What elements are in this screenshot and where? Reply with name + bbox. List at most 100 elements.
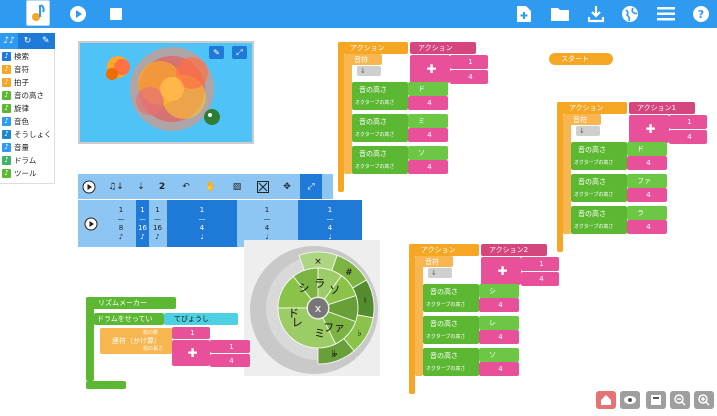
pitch-name-field[interactable]: ソ xyxy=(479,348,519,362)
pitch-name-field[interactable]: ド xyxy=(408,82,448,96)
note-value-operator[interactable]: ✚ xyxy=(481,257,521,285)
tuplet-operator[interactable]: ✚ xyxy=(172,340,210,366)
play-icon[interactable] xyxy=(68,4,88,24)
matrix-column-active[interactable]: 1—4 ♩ xyxy=(167,200,237,247)
action-block[interactable]: アクション xyxy=(338,42,408,54)
app-logo[interactable] xyxy=(26,0,50,26)
drum-block[interactable]: ドラムをせってい xyxy=(94,313,164,325)
palette-item[interactable]: ♪ ツール xyxy=(0,167,54,180)
note-drop-slot: ↓ xyxy=(428,268,452,278)
tap-icon[interactable]: ✋ xyxy=(200,174,222,199)
pitch-label: 音の高さ xyxy=(430,320,458,328)
palette-tab-graphics[interactable]: ✎ xyxy=(37,33,55,49)
decrease-note-icon[interactable]: ⇣ xyxy=(131,174,151,199)
erase-icon[interactable]: ▨ xyxy=(226,174,248,199)
stage-canvas[interactable]: ✎ ⤢ xyxy=(78,41,254,144)
tuplet-count-field[interactable]: 1 xyxy=(172,327,210,339)
palette-item[interactable]: ♪ 音の高さ xyxy=(0,89,54,102)
help-icon[interactable]: ? xyxy=(691,4,711,24)
language-globe-icon[interactable] xyxy=(620,4,640,24)
stop-icon[interactable] xyxy=(106,4,126,24)
numerator: 1 xyxy=(140,205,145,214)
palette-tab-flow[interactable]: ↻ xyxy=(18,33,36,49)
octave-label: オクターブの高さ xyxy=(355,131,395,138)
octave-field[interactable]: 4 xyxy=(627,220,667,234)
drag-handle-icon[interactable]: ✥ xyxy=(276,174,298,199)
undo-icon[interactable]: ↶ xyxy=(174,174,198,199)
matrix-column[interactable]: 1—16 ♪ xyxy=(151,200,164,247)
open-folder-icon[interactable] xyxy=(550,4,570,24)
note-value-denominator[interactable]: 4 xyxy=(669,130,707,144)
note-value-operator[interactable]: ✚ xyxy=(410,55,450,83)
palette-item[interactable]: ♪ 音量 xyxy=(0,141,54,154)
matrix-row-play-icon[interactable] xyxy=(78,200,104,247)
palette-tab-music[interactable]: ♪♪ xyxy=(0,33,19,49)
note-drop-slot: ↓ xyxy=(357,66,381,76)
palette-item[interactable]: ♪ 旋律 xyxy=(0,102,54,115)
pitch-name-field[interactable]: ミ xyxy=(408,114,448,128)
tuplet-denominator[interactable]: 4 xyxy=(210,354,250,367)
octave-field[interactable]: 4 xyxy=(627,188,667,202)
pitch-name-field[interactable]: ド xyxy=(627,142,667,156)
note-value-numerator[interactable]: 1 xyxy=(521,257,559,271)
top-toolbar: ? xyxy=(0,0,717,28)
note-value-operator[interactable]: ✚ xyxy=(629,115,669,143)
denominator: 4 xyxy=(264,223,270,232)
home-icon[interactable] xyxy=(596,391,616,409)
denominator: 8 xyxy=(118,223,124,232)
matrix-column-active[interactable]: 1—16 ♪ xyxy=(136,200,149,247)
rhythm-block-foot xyxy=(86,381,126,389)
palette-item[interactable]: ♪ 音色 xyxy=(0,115,54,128)
pitch-name-field[interactable]: レ xyxy=(479,316,519,330)
palette-item[interactable]: ♪ ドラム xyxy=(0,154,54,167)
stage-edit-icon[interactable]: ✎ xyxy=(209,46,224,59)
pitch-name-field[interactable]: シ xyxy=(479,284,519,298)
pie-accidental-label: ♭ xyxy=(357,329,361,339)
note-block-arm xyxy=(344,54,352,174)
stage-fullscreen-icon[interactable]: ⤢ xyxy=(232,46,247,59)
zoom-out-icon[interactable] xyxy=(670,391,690,409)
octave-field[interactable]: 4 xyxy=(408,128,448,142)
action-block[interactable]: アクション xyxy=(557,102,627,114)
add-note-icon[interactable]: ♫↓ xyxy=(106,174,126,199)
palette-item[interactable]: ♪ そうしょく xyxy=(0,128,54,141)
palette-item[interactable]: ♪ 拍子 xyxy=(0,76,54,89)
matrix-play-icon[interactable] xyxy=(78,174,100,199)
start-block[interactable]: スタート xyxy=(549,53,613,65)
octave-field[interactable]: 4 xyxy=(627,156,667,170)
note-value-numerator[interactable]: 1 xyxy=(450,55,488,69)
action-name-field[interactable]: アクション2 xyxy=(481,244,547,256)
pitch-name-field[interactable]: ソ xyxy=(408,146,448,160)
action-name-field[interactable]: アクション1 xyxy=(629,102,695,114)
new-project-icon[interactable] xyxy=(514,4,534,24)
octave-field[interactable]: 4 xyxy=(408,96,448,110)
octave-field[interactable]: 4 xyxy=(479,330,519,344)
pitch-name-field[interactable]: ファ xyxy=(627,174,667,188)
palette-item-label: 音符 xyxy=(14,65,29,74)
note-value-numerator[interactable]: 1 xyxy=(669,115,707,129)
note-value-denominator[interactable]: 4 xyxy=(521,272,559,286)
action-name-field[interactable]: アクション xyxy=(410,42,476,54)
palette-tabs: ♪♪ ↻ ✎ xyxy=(0,33,55,49)
meter-icon: ♪ xyxy=(2,78,11,87)
tuplet-numerator[interactable]: 1 xyxy=(210,340,250,353)
palette-item[interactable]: ♪ 検索 xyxy=(0,50,54,63)
close-matrix-icon[interactable] xyxy=(252,174,274,199)
drum-value-field[interactable]: てびょうし xyxy=(164,313,238,325)
pie-note-label: ソ xyxy=(329,283,340,296)
collapse-blocks-icon[interactable] xyxy=(646,391,666,409)
matrix-column[interactable]: 1—8 ♪ xyxy=(108,200,134,247)
octave-field[interactable]: 4 xyxy=(408,160,448,174)
pitch-name-field[interactable]: ラ xyxy=(627,206,667,220)
octave-field[interactable]: 4 xyxy=(479,298,519,312)
octave-field[interactable]: 4 xyxy=(479,362,519,376)
menu-icon[interactable] xyxy=(656,4,676,24)
palette-item[interactable]: ♪ 音符 xyxy=(0,63,54,76)
zoom-in-icon[interactable] xyxy=(694,391,714,409)
matrix-fullscreen-icon[interactable]: ⤢ xyxy=(300,174,322,199)
action-block[interactable]: アクション xyxy=(409,244,479,256)
note-value-denominator[interactable]: 4 xyxy=(450,70,488,84)
rhythm-block[interactable]: リズムメーカー xyxy=(86,297,176,309)
toggle-eye-icon[interactable] xyxy=(620,391,640,409)
save-download-icon[interactable] xyxy=(586,4,606,24)
